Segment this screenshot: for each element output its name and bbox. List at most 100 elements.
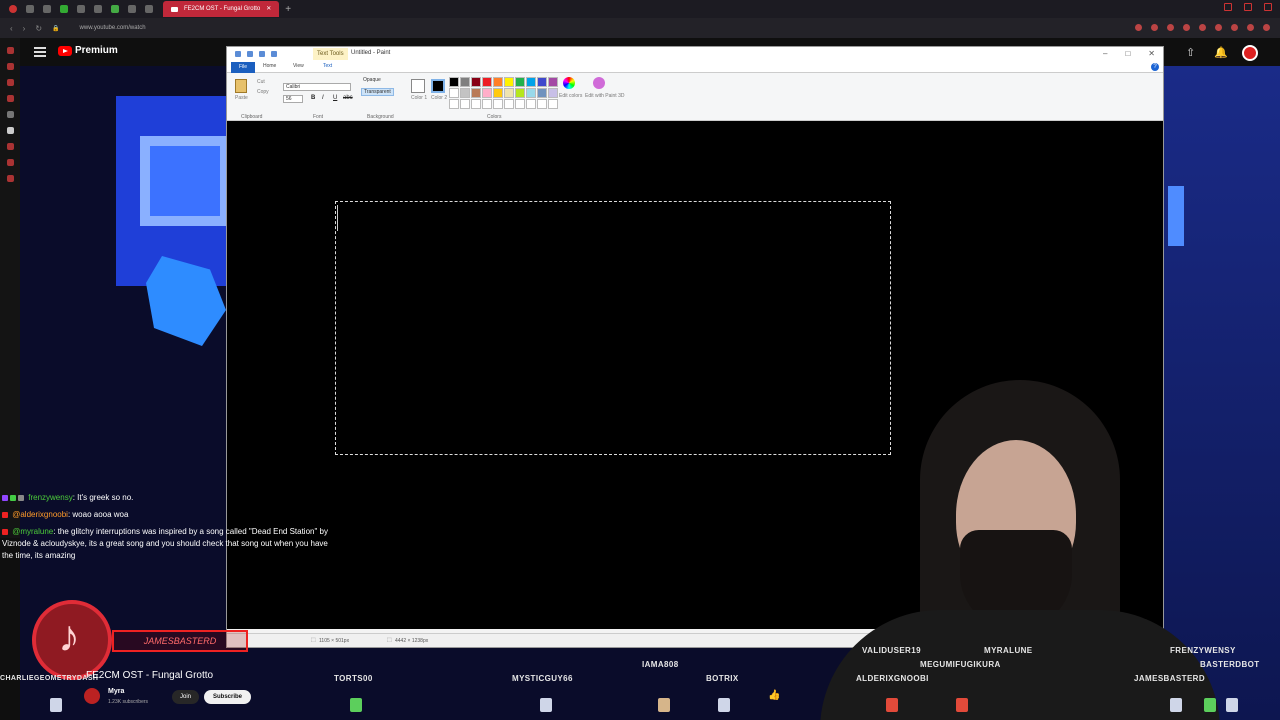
extension-icon[interactable] xyxy=(1247,24,1254,31)
redo-icon[interactable] xyxy=(271,51,277,57)
maximize-button[interactable]: □ xyxy=(1125,49,1130,58)
channel-name[interactable]: Myra xyxy=(108,688,124,695)
extension-icon[interactable] xyxy=(1263,24,1270,31)
color-swatch[interactable] xyxy=(537,99,547,109)
color-swatch[interactable] xyxy=(515,77,525,87)
color-swatch[interactable] xyxy=(493,99,503,109)
tab-text[interactable]: Text xyxy=(323,63,332,69)
paste-button[interactable]: Paste xyxy=(235,95,248,101)
extension-icon[interactable] xyxy=(1199,24,1206,31)
sidebar-icon[interactable] xyxy=(6,47,14,54)
cut-button[interactable]: Cut xyxy=(257,79,265,85)
color-swatch[interactable] xyxy=(460,88,470,98)
font-size-select[interactable]: 56 xyxy=(283,95,303,103)
color-swatch[interactable] xyxy=(537,88,547,98)
underline-icon[interactable]: U xyxy=(333,95,337,101)
color1-swatch[interactable] xyxy=(411,79,425,93)
tab-file[interactable]: File xyxy=(231,62,255,73)
extension-icon[interactable] xyxy=(1215,24,1222,31)
like-icon[interactable]: 👍 xyxy=(768,690,780,701)
tab-icon[interactable] xyxy=(60,5,68,13)
new-tab-button[interactable]: + xyxy=(285,4,291,15)
color-swatch[interactable] xyxy=(460,77,470,87)
maximize-button[interactable] xyxy=(1244,3,1252,11)
extension-icon[interactable] xyxy=(1135,24,1142,31)
youtube-logo-icon[interactable] xyxy=(58,46,72,56)
sidebar-icon[interactable] xyxy=(6,127,14,134)
active-tab[interactable]: FE2CM OST - Fungal Grotto ✕ xyxy=(163,1,280,17)
color-swatch[interactable] xyxy=(449,88,459,98)
close-button[interactable] xyxy=(1264,3,1272,11)
extension-icon[interactable] xyxy=(1151,24,1158,31)
bell-icon[interactable]: 🔔 xyxy=(1214,47,1228,59)
sidebar-icon[interactable] xyxy=(6,111,14,118)
minimize-button[interactable] xyxy=(1224,3,1232,11)
sidebar-icon[interactable] xyxy=(6,79,14,86)
paint-3d-icon[interactable] xyxy=(593,77,605,89)
edit-colors-icon[interactable] xyxy=(563,77,575,89)
color-swatch[interactable] xyxy=(515,99,525,109)
extension-icon[interactable] xyxy=(1231,24,1238,31)
text-selection-box[interactable] xyxy=(335,201,891,455)
color-swatch[interactable] xyxy=(471,77,481,87)
hamburger-menu-icon[interactable] xyxy=(34,47,46,57)
color-swatch[interactable] xyxy=(548,88,558,98)
minimize-button[interactable]: – xyxy=(1103,49,1107,58)
opera-icon[interactable] xyxy=(9,5,17,13)
sidebar-icon[interactable] xyxy=(6,143,14,150)
url-field[interactable]: www.youtube.com/watch xyxy=(80,25,146,31)
tab-icon[interactable] xyxy=(145,5,153,13)
tab-icon[interactable] xyxy=(43,5,51,13)
edit-paint3d-label[interactable]: Edit with Paint 3D xyxy=(585,93,624,99)
close-button[interactable]: ✕ xyxy=(1148,49,1155,58)
forward-icon[interactable]: › xyxy=(23,24,26,33)
transparent-option[interactable]: Transparent xyxy=(361,88,394,96)
tab-icon[interactable] xyxy=(94,5,102,13)
tab-icon[interactable] xyxy=(111,5,119,13)
color-swatch[interactable] xyxy=(515,88,525,98)
sidebar-icon[interactable] xyxy=(6,63,14,70)
channel-avatar[interactable] xyxy=(84,688,100,704)
account-avatar[interactable] xyxy=(1242,45,1258,61)
close-tab-icon[interactable]: ✕ xyxy=(266,1,271,17)
tab-home[interactable]: Home xyxy=(263,63,276,69)
join-button[interactable]: Join xyxy=(172,690,200,704)
italic-icon[interactable]: I xyxy=(322,95,324,101)
upload-icon[interactable]: ⇧ xyxy=(1186,47,1198,59)
color-swatch[interactable] xyxy=(460,99,470,109)
help-icon[interactable]: ? xyxy=(1151,63,1159,71)
color-swatch[interactable] xyxy=(482,88,492,98)
undo-icon[interactable] xyxy=(259,51,265,57)
color-swatch[interactable] xyxy=(526,99,536,109)
edit-colors-label[interactable]: Edit colors xyxy=(559,93,582,99)
sidebar-icon[interactable] xyxy=(6,175,14,182)
color-swatch[interactable] xyxy=(493,88,503,98)
color-swatch[interactable] xyxy=(526,88,536,98)
back-icon[interactable]: ‹ xyxy=(10,24,13,33)
color-swatch[interactable] xyxy=(504,99,514,109)
reload-icon[interactable]: ↻ xyxy=(35,24,42,33)
color-swatch[interactable] xyxy=(449,99,459,109)
font-family-select[interactable]: Calibri xyxy=(283,83,351,91)
subscribe-button[interactable]: Subscribe xyxy=(204,690,252,704)
color-swatch[interactable] xyxy=(537,77,547,87)
color-swatch[interactable] xyxy=(482,77,492,87)
tab-icon[interactable] xyxy=(77,5,85,13)
color-swatch[interactable] xyxy=(482,99,492,109)
color-swatch[interactable] xyxy=(471,99,481,109)
clipboard-icon[interactable] xyxy=(235,79,247,93)
tab-view[interactable]: View xyxy=(293,63,304,69)
copy-button[interactable]: Copy xyxy=(257,89,269,95)
bold-icon[interactable]: B xyxy=(311,95,315,101)
color-swatch[interactable] xyxy=(526,77,536,87)
color-swatch[interactable] xyxy=(548,99,558,109)
sidebar-icon[interactable] xyxy=(6,95,14,102)
color-swatch[interactable] xyxy=(493,77,503,87)
color-swatch[interactable] xyxy=(504,88,514,98)
color-swatch[interactable] xyxy=(548,77,558,87)
color-swatch[interactable] xyxy=(504,77,514,87)
youtube-premium-label[interactable]: Premium xyxy=(75,45,118,56)
sidebar-icon[interactable] xyxy=(6,159,14,166)
color-swatch[interactable] xyxy=(471,88,481,98)
tab-icon[interactable] xyxy=(26,5,34,13)
